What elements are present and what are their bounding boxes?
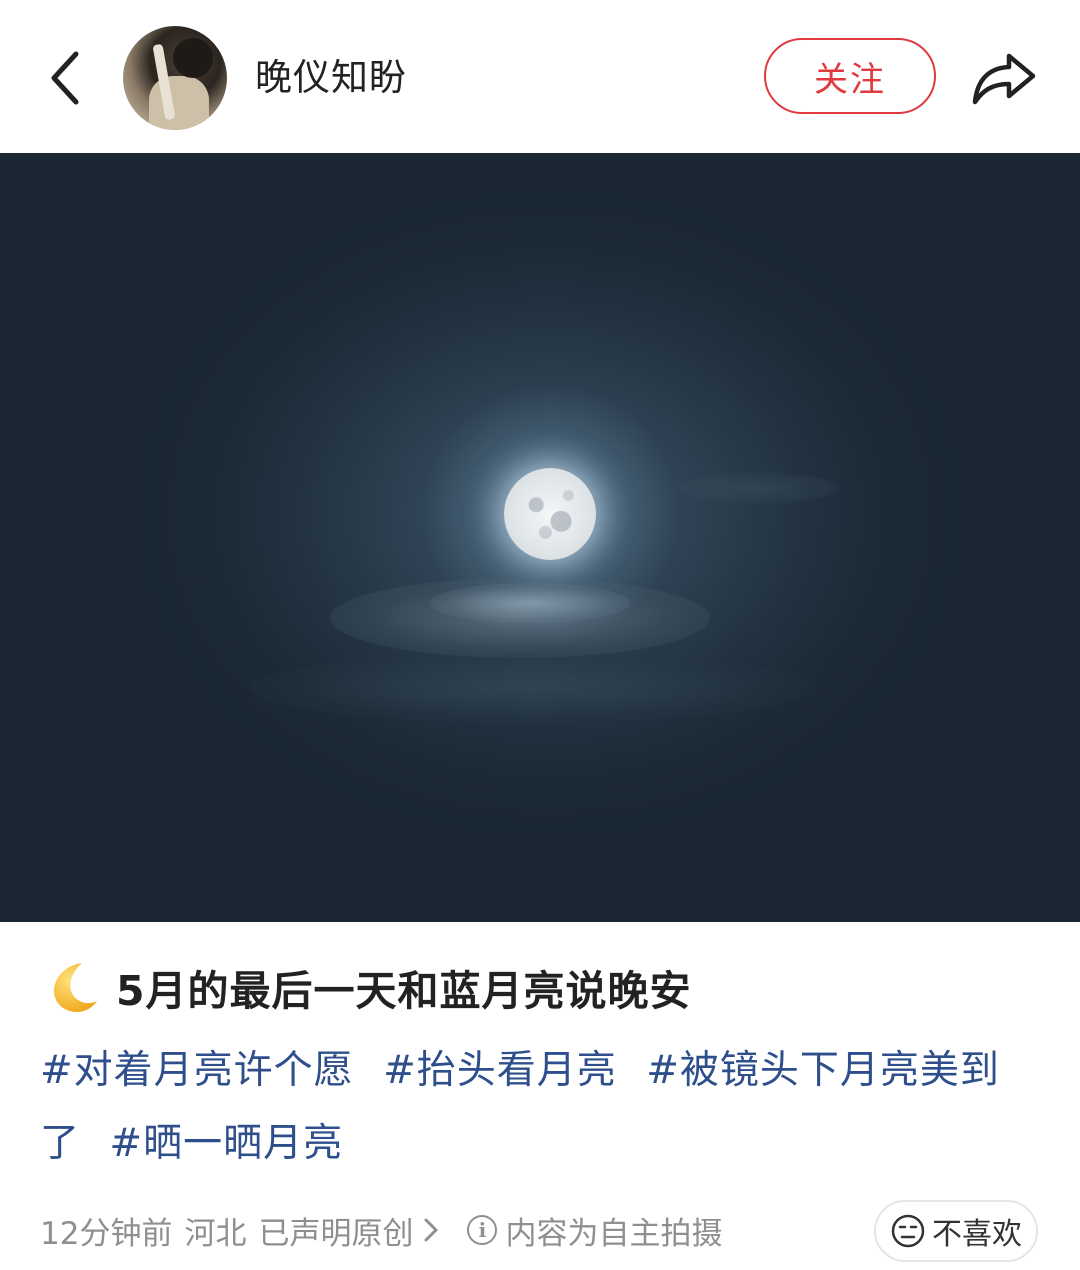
share-button[interactable] <box>966 40 1042 116</box>
crescent-moon-icon <box>44 959 100 1015</box>
post-time: 12分钟前 <box>40 1215 173 1252</box>
post-tags: #对着月亮许个愿 #抬头看月亮 #被镜头下月亮美到了 #晒一晒月亮 <box>40 1034 1030 1180</box>
chevron-right-icon <box>423 1217 439 1243</box>
back-button[interactable] <box>34 40 94 116</box>
hashtag-link[interactable]: #晒一晒月亮 <box>109 1121 343 1166</box>
hashtag-link[interactable]: #对着月亮许个愿 <box>40 1048 354 1093</box>
original-declaration-link[interactable]: 已声明原创 <box>258 1208 413 1253</box>
hashtag-link[interactable]: #抬头看月亮 <box>383 1048 617 1093</box>
moon <box>504 468 596 560</box>
post-meta: 12分钟前 河北 已声明原创 i 内容为自主拍摄 <box>40 1203 722 1257</box>
dislike-button[interactable]: 不喜欢 <box>874 1200 1038 1262</box>
post-title: 5月的最后一天和蓝月亮说晚安 <box>116 967 692 1015</box>
post-location: 河北 <box>184 1215 247 1252</box>
share-arrow-icon <box>972 53 1036 105</box>
top-bar: 晚仪知盼 关注 <box>0 0 1080 153</box>
follow-button[interactable]: 关注 <box>764 38 936 114</box>
post-title-row: 5月的最后一天和蓝月亮说晚安 <box>44 952 692 1022</box>
avatar[interactable] <box>123 26 227 130</box>
username[interactable]: 晚仪知盼 <box>255 48 407 108</box>
chevron-left-icon <box>51 51 79 105</box>
post-photo[interactable] <box>0 153 1080 922</box>
content-notice: 内容为自主拍摄 <box>505 1215 723 1252</box>
neutral-face-icon <box>890 1213 926 1249</box>
dislike-label: 不喜欢 <box>932 1217 1022 1252</box>
info-icon: i <box>467 1215 498 1245</box>
